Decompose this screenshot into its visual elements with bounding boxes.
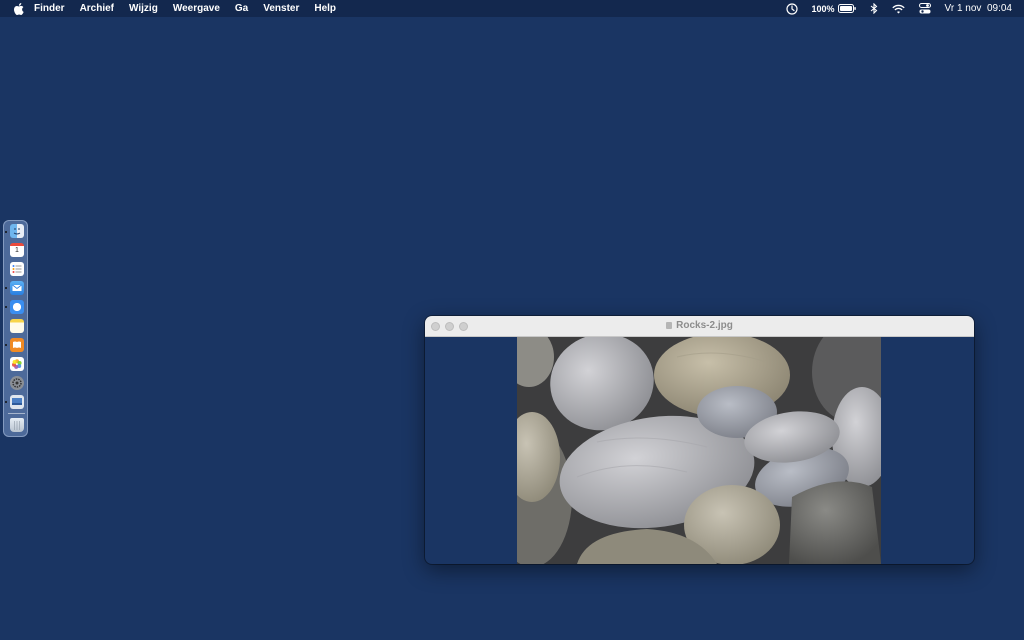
document-icon [666,322,673,329]
time-machine-icon[interactable] [785,2,798,15]
running-indicator [5,306,7,308]
menu-bar: Finder Archief Wijzig Weergave Ga Venste… [0,0,1024,17]
calendar-icon[interactable]: 1 [10,243,24,257]
mail-icon[interactable] [10,281,24,295]
bluetooth-icon[interactable] [870,3,878,14]
system-settings-icon[interactable] [10,376,24,390]
rocks-photo [517,337,881,564]
battery-icon[interactable] [837,4,856,13]
books-icon[interactable] [10,338,24,352]
calendar-day: 1 [15,247,19,254]
window-title: Rocks-2.jpg [425,320,974,331]
dock: 1 [3,220,28,437]
notes-icon[interactable] [10,319,24,333]
window-title-text: Rocks-2.jpg [676,320,733,331]
menu-help[interactable]: Help [314,3,336,14]
safari-icon[interactable] [10,300,24,314]
control-center-icon[interactable] [918,3,931,14]
running-indicator [5,287,7,289]
menubar-clock[interactable]: Vr 1 nov 09:04 [945,3,1012,14]
apple-menu-icon[interactable] [13,2,25,15]
menubar-date: Vr 1 nov [944,3,982,14]
dock-separator [8,413,25,414]
menu-app-finder[interactable]: Finder [34,3,65,14]
finder-icon[interactable] [10,224,24,238]
window-titlebar[interactable]: Rocks-2.jpg [425,316,974,337]
running-indicator [5,231,7,233]
preview-window: Rocks-2.jpg [425,316,974,564]
preview-icon[interactable] [10,395,24,409]
battery-percentage: 100% [811,3,835,14]
menubar-time: 09:04 [986,3,1012,14]
menu-wijzig[interactable]: Wijzig [129,3,158,14]
trash-icon[interactable] [10,418,24,432]
photos-icon[interactable] [10,357,24,371]
menu-weergave[interactable]: Weergave [173,3,220,14]
running-indicator [5,344,7,346]
rocks-image [517,337,881,564]
menu-ga[interactable]: Ga [235,3,248,14]
menu-archief[interactable]: Archief [80,3,114,14]
running-indicator [5,401,7,403]
menu-venster[interactable]: Venster [263,3,299,14]
reminders-icon[interactable] [10,262,24,276]
wifi-icon[interactable] [891,4,905,14]
